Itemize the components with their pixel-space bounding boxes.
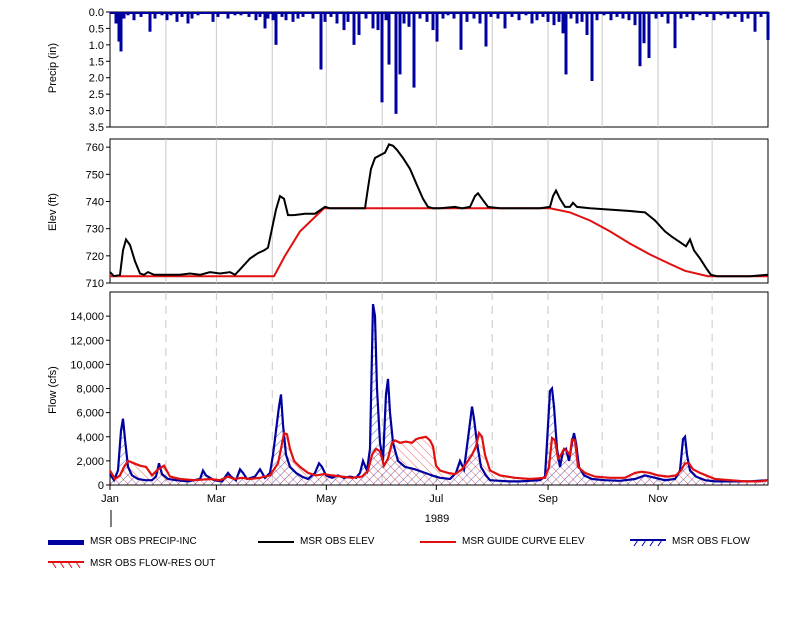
precip-bar — [753, 12, 757, 32]
flow-xtick-label: Jan — [101, 493, 119, 505]
legend-swatch-res-out — [48, 559, 84, 569]
precip-bar — [459, 12, 463, 50]
precip-bar — [352, 12, 356, 45]
flow-xtick-label: Mar — [207, 493, 226, 505]
flow-ytick-label: 2,000 — [76, 456, 104, 468]
legend: MSR OBS PRECIP-INC MSR OBS ELEV MSR GUID… — [0, 530, 800, 580]
flow-ytick-label: 4,000 — [76, 432, 104, 444]
precip-bar — [407, 12, 411, 27]
precip-bar — [357, 12, 361, 35]
precip-bar — [380, 12, 384, 103]
legend-label-obs-flow: MSR OBS FLOW — [672, 536, 750, 547]
precip-bar — [387, 12, 391, 65]
elev-ytick-label: 740 — [86, 196, 104, 208]
precip-bar — [561, 12, 565, 34]
precip-bar — [484, 12, 488, 47]
legend-item-guide-curve: MSR GUIDE CURVE ELEV — [420, 536, 585, 547]
flow-ytick-label: 12,000 — [70, 335, 104, 347]
legend-swatch-guide-curve — [420, 537, 456, 547]
flow-xtick-label: Sep — [538, 493, 558, 505]
flow-ytick-label: 14,000 — [70, 311, 104, 323]
legend-swatch-obs-elev — [258, 537, 294, 547]
precip-bar — [564, 12, 568, 75]
precip-bar — [398, 12, 402, 75]
precip-bar — [148, 12, 152, 32]
elev-panel-frame — [109, 138, 769, 284]
precip-bar — [590, 12, 594, 81]
precip-bar — [371, 12, 375, 29]
precip-bar — [766, 12, 770, 40]
plot-area: 0.0 0.5 1.0 1.5 2.0 2.5 3.0 3.5 710 720 730 740 750 7… — [47, 7, 770, 527]
precip-y-label: Precip (in) — [47, 43, 59, 93]
precip-bar — [642, 12, 646, 44]
precip-bar — [435, 12, 439, 42]
legend-item-res-out: MSR OBS FLOW-RES OUT — [48, 558, 215, 569]
legend-label-precip: MSR OBS PRECIP-INC — [90, 536, 197, 547]
flow-xtick-label: Nov — [648, 493, 668, 505]
elev-ytick-label: 710 — [86, 278, 104, 290]
legend-label-guide-curve: MSR GUIDE CURVE ELEV — [462, 536, 585, 547]
precip-bar — [376, 12, 380, 31]
flow-panel-frame — [109, 291, 769, 486]
precip-ytick-label: 2.5 — [89, 89, 104, 101]
precip-panel-frame — [109, 11, 769, 128]
hydrograph-figure: 0.0 0.5 1.0 1.5 2.0 2.5 3.0 3.5 710 720 730 740 750 7… — [0, 0, 800, 627]
elev-y-label: Elev (ft) — [47, 193, 59, 231]
precip-bar — [274, 12, 278, 45]
precip-bar — [638, 12, 642, 67]
elev-ytick-label: 720 — [86, 251, 104, 263]
precip-bar — [647, 12, 651, 58]
precip-bar — [342, 12, 346, 31]
precip-bar — [263, 12, 267, 29]
flow-ytick-label: 8,000 — [76, 384, 104, 396]
flow-y-label: Flow (cfs) — [47, 366, 59, 414]
precip-ytick-label: 0.0 — [89, 7, 104, 19]
precip-ytick-label: 2.0 — [89, 73, 104, 85]
legend-item-obs-flow: MSR OBS FLOW — [630, 536, 750, 547]
precip-bar — [119, 12, 123, 52]
x-year-label: 1989 — [425, 513, 449, 525]
legend-swatch-precip — [48, 537, 84, 547]
precip-ytick-label: 1.5 — [89, 56, 104, 68]
flow-xtick-label: Jul — [429, 493, 443, 505]
legend-swatch-obs-flow — [630, 537, 666, 547]
precip-ytick-label: 0.5 — [89, 23, 104, 35]
precip-bar — [585, 12, 589, 35]
elev-ytick-label: 730 — [86, 224, 104, 236]
precip-bar — [394, 12, 398, 114]
elev-ytick-label: 760 — [86, 142, 104, 154]
flow-xtick-label: May — [316, 493, 337, 505]
flow-ytick-label: 6,000 — [76, 408, 104, 420]
legend-item-precip: MSR OBS PRECIP-INC — [48, 536, 197, 547]
legend-item-obs-elev: MSR OBS ELEV — [258, 536, 374, 547]
flow-ytick-label: 10,000 — [70, 359, 104, 371]
flow-ytick-label: 0 — [98, 480, 104, 492]
legend-label-res-out: MSR OBS FLOW-RES OUT — [90, 558, 216, 569]
precip-bar — [673, 12, 677, 49]
precip-bar — [503, 12, 507, 29]
precip-ytick-label: 3.5 — [89, 122, 104, 134]
elev-ytick-label: 750 — [86, 169, 104, 181]
precip-ytick-label: 3.0 — [89, 106, 104, 118]
precip-bar — [319, 12, 323, 70]
precip-ytick-label: 1.0 — [89, 40, 104, 52]
precip-bar — [431, 12, 435, 31]
precip-bar — [412, 12, 416, 88]
legend-label-obs-elev: MSR OBS ELEV — [300, 536, 375, 547]
